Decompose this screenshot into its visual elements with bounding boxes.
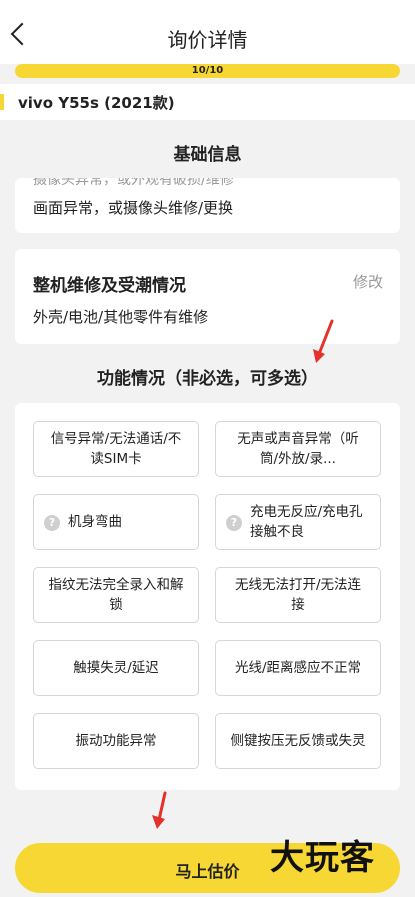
progress-text: 10/10 (191, 65, 224, 76)
function-options-card: 信号异常/无法通话/不读SIM卡 无声或声音异常（听筒/外放/录...? 机身弯曲?… (15, 403, 400, 790)
help-question-icon[interactable]: ? (226, 515, 242, 531)
function-option[interactable]: 指纹无法完全录入和解锁 (33, 567, 199, 623)
help-question-icon[interactable]: ? (44, 515, 60, 531)
basic-info-heading: 基础信息 (173, 145, 242, 165)
progress-bar: 10/10 (15, 64, 400, 78)
function-option[interactable]: 无声或声音异常（听筒/外放/录... (215, 421, 381, 477)
function-option-label: 无声或声音异常（听筒/外放/录... (237, 431, 359, 467)
function-option[interactable]: 振动功能异常 (33, 713, 199, 769)
function-option[interactable]: 信号异常/无法通话/不读SIM卡 (33, 421, 199, 477)
function-option-label: 光线/距离感应不正常 (234, 660, 362, 676)
basic-info-faded-line: 摄像头异常，或外观有破损/维修 (33, 178, 234, 188)
function-option-label: 侧键按压无反馈或失灵 (230, 733, 366, 749)
annotation-arrow-icon (152, 791, 167, 829)
repair-edit-button[interactable]: 修改 (353, 271, 383, 292)
repair-card: 整机维修及受潮情况 修改 外壳/电池/其他零件有维修 (15, 249, 400, 344)
function-option[interactable]: 无线无法打开/无法连接 (215, 567, 381, 623)
basic-info-card: 摄像头异常，或外观有破损/维修 画面异常，或摄像头维修/更换 (15, 178, 400, 233)
function-option[interactable]: 触摸失灵/延迟 (33, 640, 199, 696)
repair-title: 整机维修及受潮情况 (33, 276, 186, 296)
function-option-label: 机身弯曲 (68, 514, 122, 530)
function-option[interactable]: 光线/距离感应不正常 (215, 640, 381, 696)
function-option-label: 无线无法打开/无法连接 (234, 577, 362, 613)
nav-bar: 询价详情 (0, 0, 415, 64)
repair-detail: 外壳/电池/其他零件有维修 (33, 308, 209, 326)
page-title: 询价详情 (167, 28, 248, 52)
model-accent-mark (0, 94, 4, 110)
function-option-label: 触摸失灵/延迟 (73, 660, 159, 676)
function-option-label: 指纹无法完全录入和解锁 (48, 577, 184, 613)
function-option-label: 信号异常/无法通话/不读SIM卡 (50, 431, 182, 467)
function-option[interactable]: 侧键按压无反馈或失灵 (215, 713, 381, 769)
watermark-text: 大玩客 (270, 838, 375, 878)
function-heading: 功能情况（非必选，可多选） (97, 369, 318, 389)
function-option-label: 充电无反应/充电孔接触不良 (250, 504, 363, 540)
function-option[interactable]: ? 机身弯曲 (33, 494, 199, 550)
function-option-label: 振动功能异常 (75, 733, 157, 749)
model-header: vivo Y55s (2021款) (0, 84, 415, 120)
model-name: vivo Y55s (2021款) (18, 94, 175, 112)
basic-info-line: 画面异常，或摄像头维修/更换 (33, 199, 234, 217)
function-option[interactable]: ? 充电无反应/充电孔接触不良 (215, 494, 381, 550)
annotation-arrow-icon (313, 319, 334, 363)
